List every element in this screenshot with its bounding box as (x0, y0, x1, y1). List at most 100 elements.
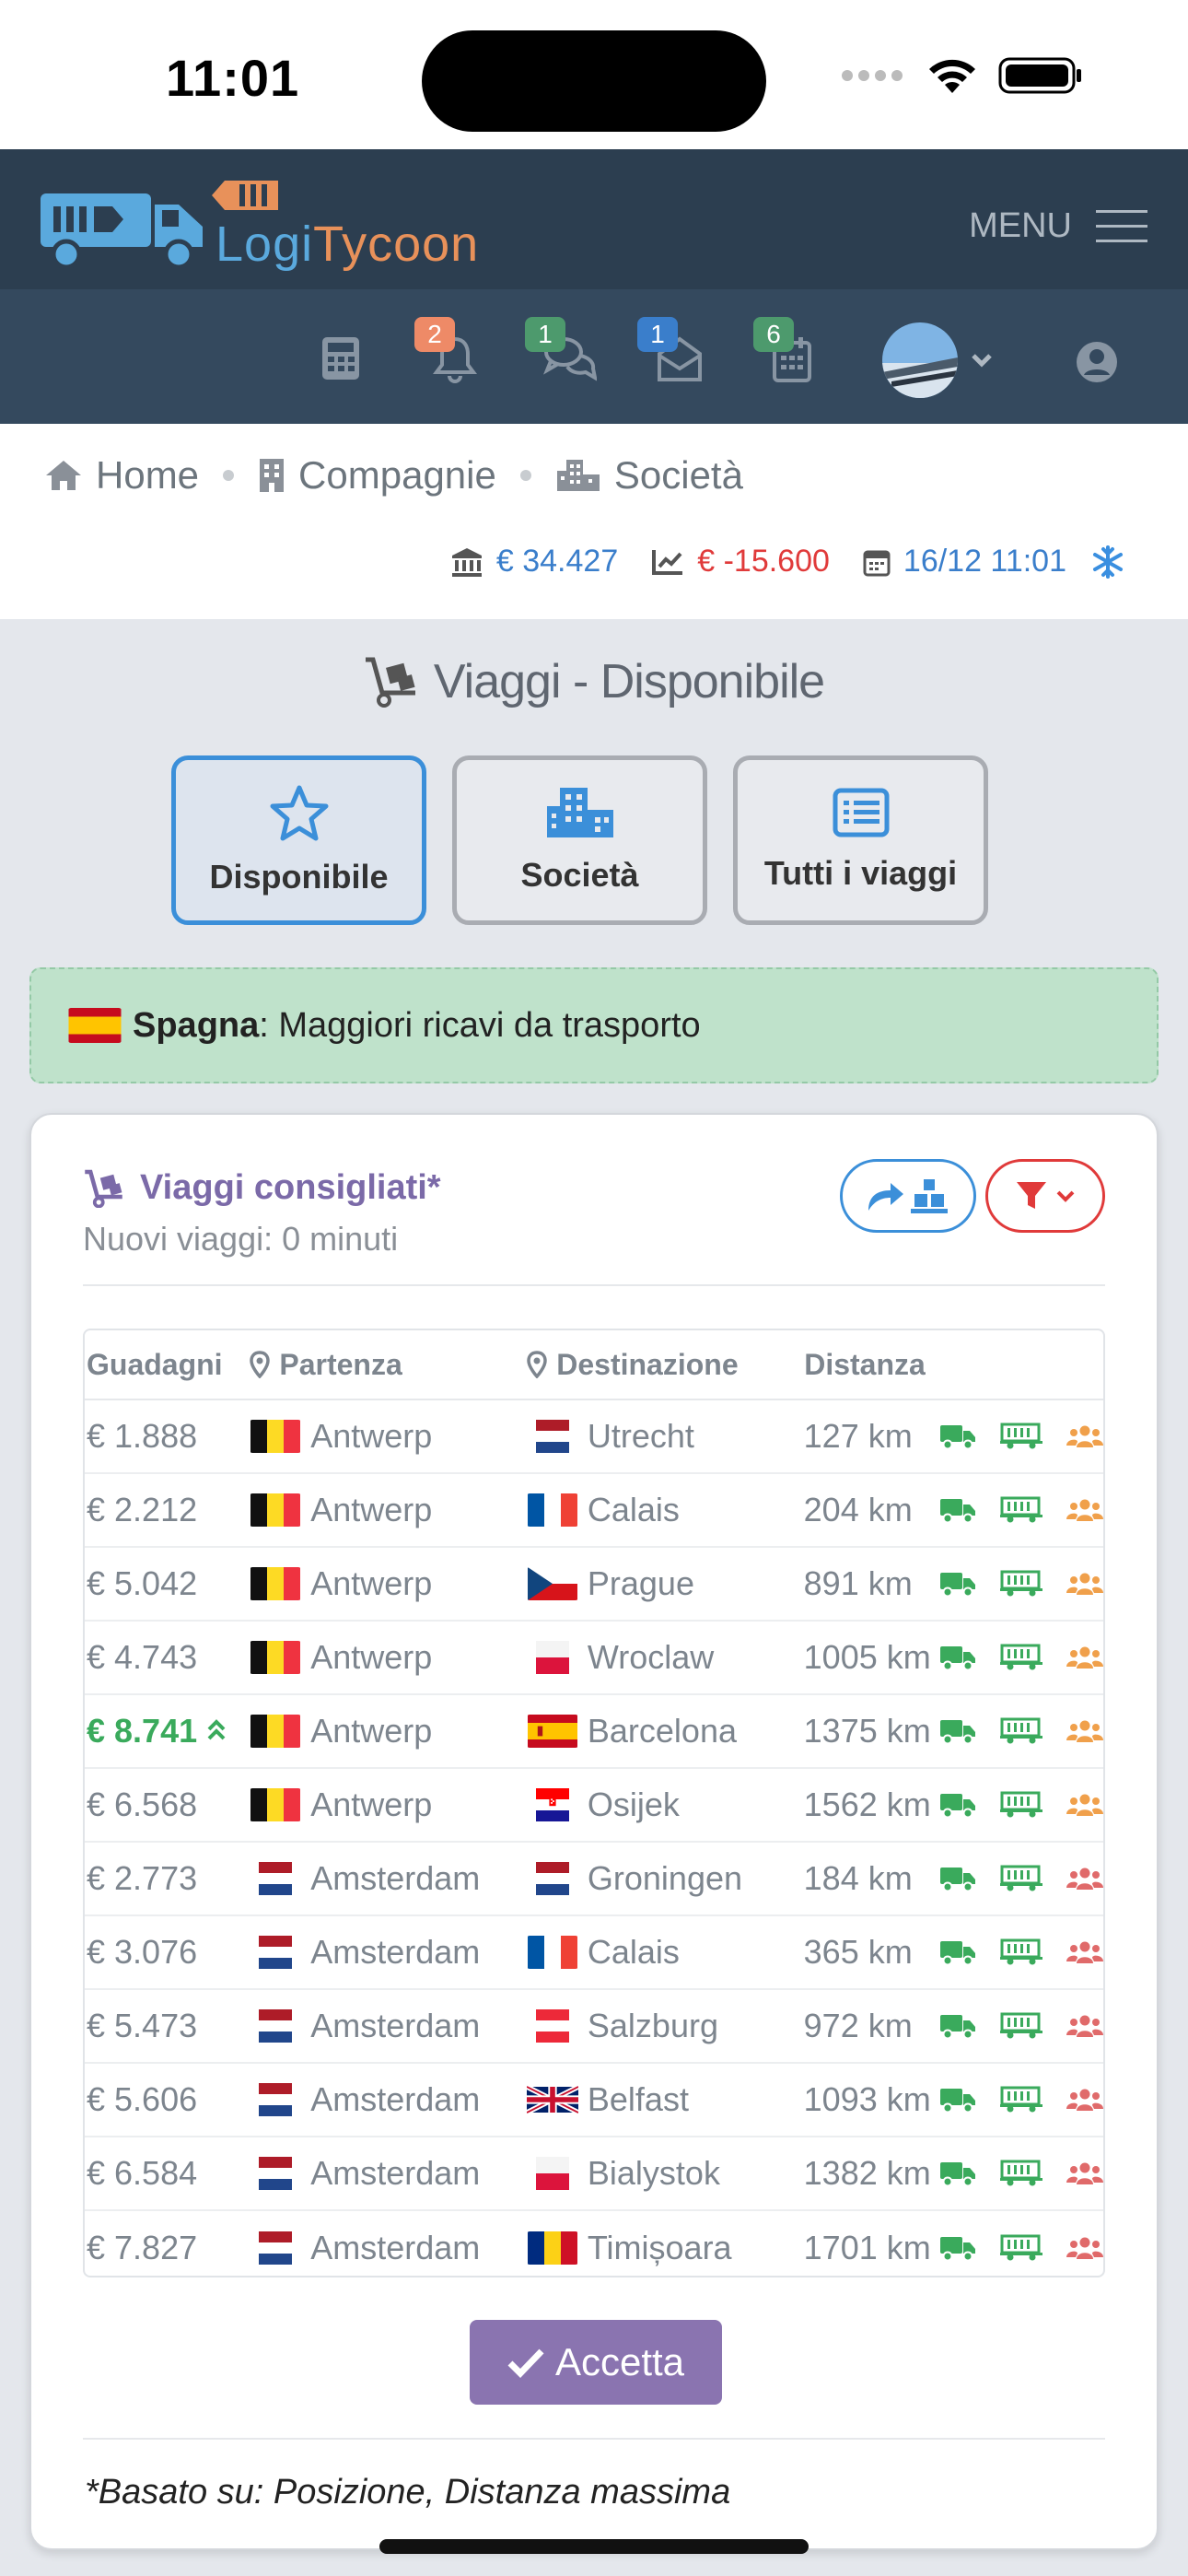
tab-disponibile[interactable]: Disponibile (171, 755, 426, 925)
table-row[interactable]: € 3.076 Amsterdam Calais 365 km (85, 1916, 1103, 1990)
from-city: Antwerp (310, 1491, 433, 1528)
bank-icon (451, 547, 482, 577)
trailer-icon (1000, 1423, 1042, 1449)
mail-button[interactable]: 1 (637, 317, 704, 388)
breadcrumb-companies[interactable]: Compagnie (258, 453, 496, 498)
avatar (882, 322, 958, 398)
calculator-button[interactable] (320, 335, 361, 386)
tab-societa[interactable]: Società (452, 755, 707, 925)
earnings-value: € 2.773 (87, 1859, 198, 1897)
from-city: Antwerp (310, 1786, 433, 1823)
earnings-cell: € 2.212 (85, 1491, 250, 1529)
to-cell: Timișoara (527, 2229, 784, 2267)
table-row[interactable]: € 2.773 Amsterdam Groningen 184 km (85, 1843, 1103, 1916)
earnings-value: € 3.076 (87, 1933, 198, 1971)
earnings-value: € 8.741 (87, 1712, 198, 1750)
cash-stat[interactable]: € 34.427 (450, 544, 618, 580)
earnings-cell: € 8.741 (85, 1712, 250, 1751)
to-cell: Calais (527, 1491, 784, 1529)
table-row[interactable]: € 7.827 Amsterdam Timișoara 1701 km (85, 2211, 1103, 2276)
distance-cell: 127 km (803, 1417, 913, 1455)
table-row[interactable]: € 8.741 Antwerp Barcelona 1375 km (85, 1695, 1103, 1769)
page-title-text: Viaggi - Disponibile (433, 655, 825, 708)
to-city: Barcelona (587, 1712, 737, 1750)
from-city: Amsterdam (310, 2229, 481, 2266)
distance-cell: 1093 km (803, 2080, 931, 2118)
dolly-icon (365, 657, 415, 708)
table-row[interactable]: € 2.212 Antwerp Calais 204 km (85, 1474, 1103, 1548)
to-cell: Salzburg (527, 2007, 784, 2045)
messages-button[interactable]: 1 (525, 317, 598, 386)
alert-country: Spagna (133, 1005, 260, 1045)
from-flag-icon (250, 2083, 301, 2116)
alert-text: : Maggiori ricavi da trasporto (259, 1005, 701, 1045)
truck-icon (940, 2089, 975, 2113)
home-indicator (379, 2539, 809, 2554)
trailer-icon (1000, 2086, 1042, 2113)
tab-disponibile-label: Disponibile (209, 858, 389, 896)
from-city: Antwerp (310, 1638, 433, 1676)
menu-label: MENU (969, 206, 1072, 245)
page-title: Viaggi - Disponibile (0, 654, 1188, 709)
earnings-value: € 6.584 (87, 2154, 198, 2192)
trailer-icon (1000, 1865, 1042, 1891)
header-earnings[interactable]: Guadagni (85, 1348, 250, 1382)
account-dropdown[interactable] (882, 322, 993, 398)
accept-button[interactable]: Accetta (470, 2320, 722, 2405)
to-cell: Wroclaw (527, 1638, 784, 1677)
breadcrumb-company: Società (555, 453, 743, 498)
date-stat[interactable]: 16/12 11:01 (863, 544, 1066, 580)
calculator-icon (322, 337, 359, 380)
table-row[interactable]: € 5.606 Amsterdam Belfast 1093 km (85, 2064, 1103, 2137)
header-distance[interactable]: Distanza (784, 1348, 939, 1382)
table-row[interactable]: € 6.584 Amsterdam Bialystok 1382 km (85, 2137, 1103, 2211)
truck-icon (940, 2015, 975, 2040)
to-flag-icon (527, 1493, 578, 1527)
from-flag-icon (250, 2231, 301, 2265)
from-cell: Amsterdam (250, 1933, 527, 1972)
to-cell: Prague (527, 1564, 784, 1603)
to-cell: Barcelona (527, 1712, 784, 1751)
table-row[interactable]: € 6.568 Antwerp Osijek 1562 km (85, 1769, 1103, 1843)
users-icon (1066, 1868, 1103, 1890)
table-row[interactable]: € 1.888 Antwerp Utrecht 127 km (85, 1400, 1103, 1474)
breadcrumb-home[interactable]: Home (44, 453, 199, 498)
share-route-button[interactable] (840, 1159, 976, 1233)
snowflake-icon[interactable] (1092, 544, 1124, 579)
table-row[interactable]: € 5.473 Amsterdam Salzburg 972 km (85, 1990, 1103, 2064)
header-to[interactable]: Destinazione (527, 1348, 784, 1382)
distance-cell: 1701 km (803, 2229, 931, 2266)
from-cell: Antwerp (250, 1491, 527, 1529)
user-profile-button[interactable] (1076, 341, 1118, 388)
battery-icon (998, 57, 1081, 94)
notifications-button[interactable]: 2 (414, 317, 477, 388)
from-cell: Amsterdam (250, 2229, 527, 2267)
star-icon (270, 785, 328, 841)
earnings-value: € 7.827 (87, 2229, 198, 2266)
calendar-button[interactable]: 6 (753, 317, 812, 388)
truck-logo-icon (41, 193, 203, 269)
table-row[interactable]: € 4.743 Antwerp Wroclaw 1005 km (85, 1622, 1103, 1695)
notifications-badge: 2 (414, 317, 455, 352)
profit-stat[interactable]: € -15.600 (651, 544, 830, 580)
earnings-value: € 1.888 (87, 1417, 198, 1455)
earnings-cell: € 4.743 (85, 1638, 250, 1677)
users-icon (1066, 1573, 1103, 1595)
footnote: *Basato su: Posizione, Distanza massima (85, 2473, 731, 2512)
wifi-icon (929, 59, 975, 93)
top-navbar: LogiTycoon MENU (0, 149, 1188, 289)
earnings-cell: € 5.042 (85, 1564, 250, 1603)
logo[interactable]: LogiTycoon (41, 181, 479, 272)
header-from[interactable]: Partenza (250, 1348, 527, 1382)
trailer-icon (1000, 2234, 1042, 2261)
filter-dropdown-button[interactable] (985, 1159, 1105, 1233)
card-actions (840, 1159, 1105, 1233)
menu-button[interactable]: MENU (969, 206, 1147, 246)
earnings-cell: € 3.076 (85, 1933, 250, 1972)
tab-tutti-i-viaggi[interactable]: Tutti i viaggi (733, 755, 988, 925)
to-cell: Groningen (527, 1859, 784, 1898)
profit-value: € -15.600 (697, 544, 830, 579)
table-row[interactable]: € 5.042 Antwerp Prague 891 km (85, 1548, 1103, 1622)
to-flag-icon (526, 2083, 578, 2116)
check-icon (507, 2348, 544, 2378)
